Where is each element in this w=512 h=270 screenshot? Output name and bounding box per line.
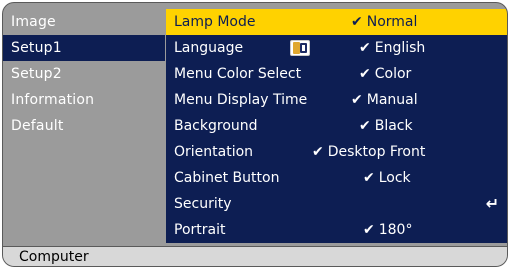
sidebar-menu: Image Setup1 Setup2 Information Default <box>3 9 165 243</box>
setting-row-lamp-mode[interactable]: Lamp Mode ✔ Normal <box>166 9 507 35</box>
checkmark-icon: ✔ <box>351 14 363 30</box>
checkmark-icon: ✔ <box>363 170 375 186</box>
language-icon-glyph <box>293 42 300 54</box>
checkmark-icon: ✔ <box>359 66 371 82</box>
setting-row-language[interactable]: Language ✔ English <box>166 35 507 61</box>
setting-row-menu-display-time[interactable]: Menu Display Time ✔ Manual <box>166 87 507 113</box>
checkmark-icon: ✔ <box>359 118 371 134</box>
setting-label: Lamp Mode <box>174 14 256 30</box>
sidebar-item-setup2[interactable]: Setup2 <box>3 61 165 87</box>
source-status-bar: Computer <box>3 246 507 266</box>
setting-label: Background <box>174 118 258 134</box>
setting-value-text: English <box>374 40 426 56</box>
setting-label: Language <box>174 40 244 56</box>
source-label: Computer <box>19 249 89 265</box>
setting-value: ✔ Normal <box>351 9 417 35</box>
setting-label: Security <box>174 196 232 212</box>
checkmark-icon: ✔ <box>351 92 363 108</box>
checkmark-icon: ✔ <box>359 40 371 56</box>
setting-row-menu-color-select[interactable]: Menu Color Select ✔ Color <box>166 61 507 87</box>
checkmark-icon: ✔ <box>363 222 375 238</box>
setting-label: Menu Color Select <box>174 66 302 82</box>
setting-row-background[interactable]: Background ✔ Black <box>166 113 507 139</box>
setting-label: Portrait <box>174 222 226 238</box>
setting-value: ✔ Lock <box>363 165 411 191</box>
setting-value-text: Lock <box>378 170 411 186</box>
setting-value: ✔ Desktop Front <box>312 139 425 165</box>
setting-value: ✔ 180° <box>363 217 412 243</box>
checkmark-icon: ✔ <box>312 144 324 160</box>
setting-value-text: Desktop Front <box>327 144 426 160</box>
sidebar-item-image[interactable]: Image <box>3 9 165 35</box>
setting-value-text: Black <box>374 118 413 134</box>
sidebar-item-information[interactable]: Information <box>3 87 165 113</box>
language-icon <box>290 40 310 56</box>
language-icon-glyph-2 <box>300 43 307 53</box>
setting-value-text: Manual <box>366 92 418 108</box>
sidebar-item-default[interactable]: Default <box>3 113 165 139</box>
setting-row-orientation[interactable]: Orientation ✔ Desktop Front <box>166 139 507 165</box>
setting-value: ✔ English <box>359 35 425 61</box>
setting-label: Orientation <box>174 144 254 160</box>
setting-row-cabinet-button[interactable]: Cabinet Button ✔ Lock <box>166 165 507 191</box>
settings-panel: Lamp Mode ✔ Normal Language ✔ English Menu… <box>166 9 507 243</box>
setting-value: ✔ Black <box>359 113 413 139</box>
setting-label: Cabinet Button <box>174 170 280 186</box>
projector-osd-menu: Image Setup1 Setup2 Information Default … <box>2 2 508 267</box>
setting-row-security[interactable]: Security ↵ <box>166 191 507 217</box>
setting-row-portrait[interactable]: Portrait ✔ 180° <box>166 217 507 243</box>
setting-value-text: Normal <box>366 14 418 30</box>
setting-value-text: 180° <box>378 222 413 238</box>
setting-value: ✔ Color <box>359 61 411 87</box>
sidebar-item-setup1[interactable]: Setup1 <box>3 35 165 61</box>
setting-label: Menu Display Time <box>174 92 308 108</box>
enter-icon[interactable]: ↵ <box>486 191 499 217</box>
setting-value-text: Color <box>374 66 412 82</box>
setting-value: ✔ Manual <box>351 87 418 113</box>
